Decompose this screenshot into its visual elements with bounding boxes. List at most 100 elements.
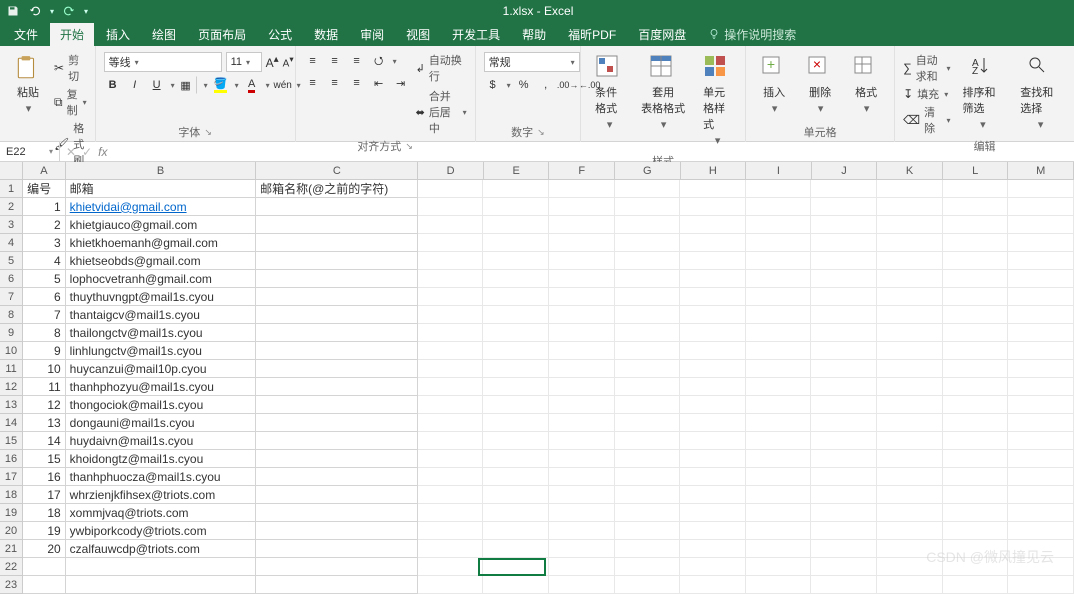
cell[interactable] [615,198,681,216]
row-header[interactable]: 9 [0,324,23,342]
indent-increase-icon[interactable]: ⇥ [392,74,410,92]
cell[interactable]: 19 [23,522,66,540]
cell[interactable] [615,306,681,324]
cell[interactable] [877,396,943,414]
name-box[interactable]: E22▾ [0,142,60,161]
cell[interactable] [483,414,549,432]
cell[interactable] [877,432,943,450]
cell[interactable] [943,234,1009,252]
cell[interactable] [615,522,681,540]
cell[interactable] [811,522,877,540]
cell[interactable] [680,216,746,234]
col-header-G[interactable]: G [615,162,681,180]
font-name-combo[interactable]: 等线▾ [104,52,222,72]
cell[interactable] [746,342,812,360]
number-format-combo[interactable]: 常规▾ [484,52,580,72]
align-top-icon[interactable]: ≡ [304,52,322,70]
cell[interactable] [746,432,812,450]
cell[interactable] [615,180,681,198]
row-header[interactable]: 23 [0,576,23,594]
cell[interactable] [680,504,746,522]
cell[interactable] [483,270,549,288]
cell[interactable] [256,288,418,306]
cell[interactable]: huycanzui@mail10p.cyou [66,360,256,378]
cell[interactable] [418,396,484,414]
select-all-corner[interactable] [0,162,23,180]
cell[interactable] [549,486,615,504]
cell[interactable] [615,378,681,396]
cell[interactable] [811,396,877,414]
cell[interactable] [418,558,484,576]
cell[interactable] [746,288,812,306]
cell[interactable]: 1 [23,198,66,216]
row-header[interactable]: 5 [0,252,23,270]
row-header[interactable]: 4 [0,234,23,252]
cell[interactable] [877,198,943,216]
cell[interactable] [418,216,484,234]
cell[interactable]: 17 [23,486,66,504]
cell[interactable] [483,198,549,216]
col-header-I[interactable]: I [746,162,812,180]
cell[interactable] [256,342,418,360]
cell[interactable] [256,360,418,378]
cell[interactable] [811,468,877,486]
cell[interactable] [483,540,549,558]
cell[interactable] [943,468,1009,486]
cell[interactable] [418,576,484,594]
cell-styles-button[interactable]: 单元格样式▾ [697,48,737,151]
cell[interactable] [549,540,615,558]
cell[interactable] [615,540,681,558]
cell[interactable] [877,378,943,396]
cell[interactable] [549,576,615,594]
cell[interactable] [680,540,746,558]
cell[interactable] [615,576,681,594]
cell[interactable] [680,288,746,306]
tell-me[interactable]: 操作说明搜索 [708,26,796,43]
cell[interactable] [680,396,746,414]
cell[interactable] [256,576,418,594]
cell[interactable] [877,342,943,360]
tab-help[interactable]: 帮助 [512,23,556,46]
cell[interactable] [877,288,943,306]
cell[interactable] [256,396,418,414]
fx-icon[interactable]: fx [98,145,107,159]
cell[interactable] [549,288,615,306]
cell[interactable] [680,198,746,216]
cell[interactable]: 14 [23,432,66,450]
underline-button[interactable]: U [148,76,166,94]
cell[interactable] [877,486,943,504]
cell[interactable] [549,180,615,198]
cell[interactable] [549,306,615,324]
col-header-F[interactable]: F [549,162,615,180]
cell[interactable] [483,306,549,324]
cell[interactable]: khoidongtz@mail1s.cyou [66,450,256,468]
cell[interactable] [811,324,877,342]
cell[interactable] [746,486,812,504]
phonetic-button[interactable]: wén [274,76,292,94]
cell[interactable] [549,522,615,540]
cell[interactable] [877,504,943,522]
undo-icon[interactable] [28,4,42,18]
merge-center-button[interactable]: ⬌合并后居中▾ [416,88,467,136]
cell[interactable] [811,378,877,396]
cell[interactable] [1008,198,1074,216]
cell[interactable] [811,234,877,252]
cell[interactable] [256,270,418,288]
cell[interactable] [746,576,812,594]
tab-foxitpdf[interactable]: 福昕PDF [558,23,626,46]
cell[interactable] [811,432,877,450]
cell[interactable] [877,306,943,324]
cell[interactable] [256,252,418,270]
cell[interactable]: linhlungctv@mail1s.cyou [66,342,256,360]
cell[interactable] [877,414,943,432]
cell[interactable] [418,234,484,252]
cell[interactable] [680,378,746,396]
cell[interactable] [418,360,484,378]
cell[interactable] [811,270,877,288]
cell[interactable] [1008,468,1074,486]
cell[interactable] [680,558,746,576]
cell[interactable] [549,558,615,576]
col-header-A[interactable]: A [23,162,65,180]
increase-decimal-icon[interactable]: .00→ [559,76,577,94]
cell[interactable] [1008,306,1074,324]
